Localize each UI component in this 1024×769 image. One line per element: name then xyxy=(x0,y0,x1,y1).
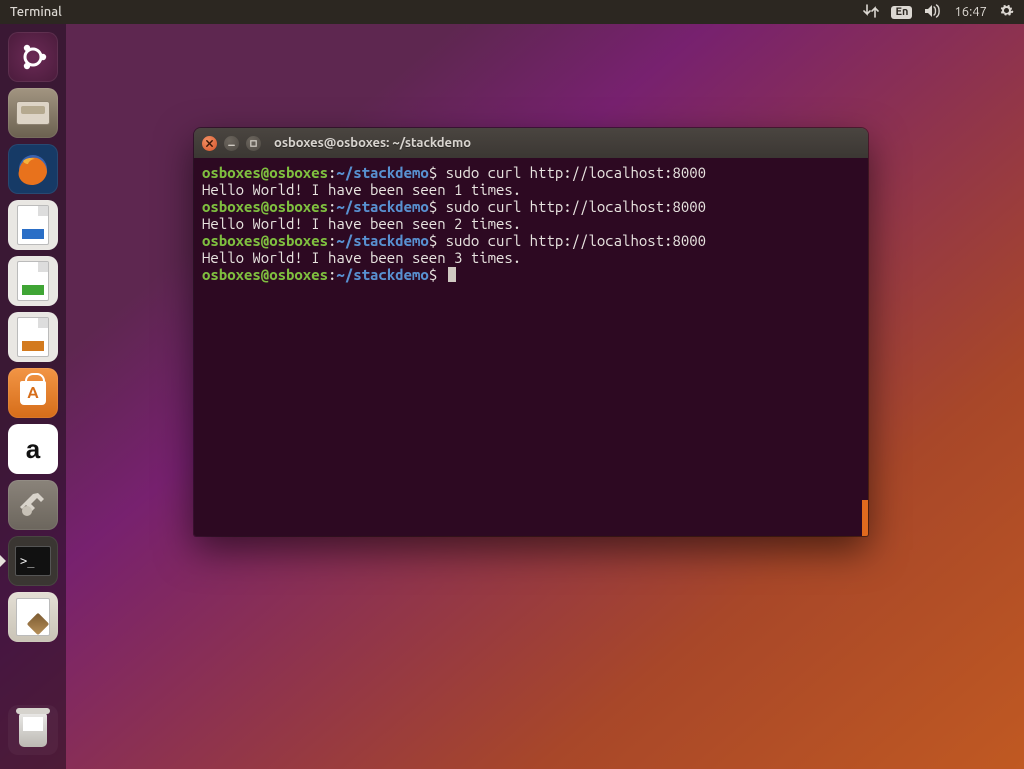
terminal-prompt-line: osboxes@osboxes:~/stackdemo$ sudo curl h… xyxy=(202,164,860,181)
system-tray: En 16:47 xyxy=(863,3,1024,21)
launcher-libreoffice-impress[interactable] xyxy=(8,312,58,362)
sound-icon[interactable] xyxy=(924,4,942,21)
window-minimize-button[interactable] xyxy=(224,136,239,151)
terminal-output-line: Hello World! I have been seen 2 times. xyxy=(202,215,860,232)
window-title: osboxes@osboxes: ~/stackdemo xyxy=(274,136,471,150)
launcher-files[interactable] xyxy=(8,88,58,138)
unity-launcher: a >_ xyxy=(0,24,66,769)
top-menubar: Terminal En 16:47 xyxy=(0,0,1024,24)
window-maximize-button[interactable] xyxy=(246,136,261,151)
launcher-amazon[interactable]: a xyxy=(8,424,58,474)
terminal-body[interactable]: osboxes@osboxes:~/stackdemo$ sudo curl h… xyxy=(194,158,868,536)
launcher-terminal[interactable]: >_ xyxy=(8,536,58,586)
terminal-prompt-line: osboxes@osboxes:~/stackdemo$ sudo curl h… xyxy=(202,198,860,215)
gear-icon[interactable] xyxy=(999,3,1014,21)
launcher-text-editor[interactable] xyxy=(8,592,58,642)
launcher-libreoffice-calc[interactable] xyxy=(8,256,58,306)
launcher-system-settings[interactable] xyxy=(8,480,58,530)
launcher-ubuntu-dash[interactable] xyxy=(8,32,58,82)
terminal-cursor xyxy=(448,267,456,282)
keyboard-layout-indicator[interactable]: En xyxy=(891,6,912,19)
menubar-app-title: Terminal xyxy=(10,5,62,19)
terminal-output-line: Hello World! I have been seen 3 times. xyxy=(202,249,860,266)
resize-handle-icon[interactable] xyxy=(862,500,868,536)
launcher-trash[interactable] xyxy=(8,705,58,755)
launcher-libreoffice-writer[interactable] xyxy=(8,200,58,250)
terminal-output-line: Hello World! I have been seen 1 times. xyxy=(202,181,860,198)
clock[interactable]: 16:47 xyxy=(954,5,987,19)
launcher-firefox[interactable] xyxy=(8,144,58,194)
terminal-prompt-line: osboxes@osboxes:~/stackdemo$ xyxy=(202,266,860,283)
launcher-ubuntu-software[interactable] xyxy=(8,368,58,418)
terminal-window: osboxes@osboxes: ~/stackdemo osboxes@osb… xyxy=(194,128,868,536)
window-close-button[interactable] xyxy=(202,136,217,151)
network-icon[interactable] xyxy=(863,4,879,21)
window-titlebar[interactable]: osboxes@osboxes: ~/stackdemo xyxy=(194,128,868,158)
terminal-prompt-line: osboxes@osboxes:~/stackdemo$ sudo curl h… xyxy=(202,232,860,249)
